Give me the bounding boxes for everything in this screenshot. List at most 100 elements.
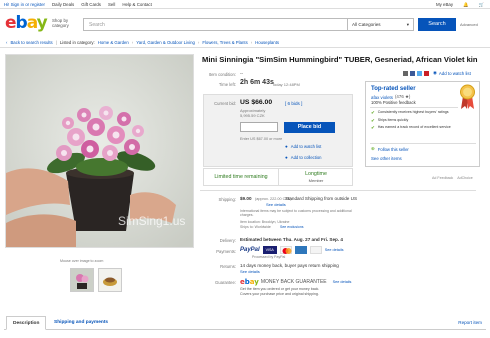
search-button[interactable]: Search (418, 18, 456, 31)
payments-details-link[interactable]: See details (325, 248, 344, 252)
seller-heading: Top-rated seller (371, 86, 416, 92)
paypal-logo: PayPal (240, 247, 260, 253)
seller-watch-link[interactable]: Add to watch list (439, 71, 471, 76)
member-text: Member (308, 178, 324, 183)
watch-list-link[interactable]: Add to watch list (291, 144, 322, 149)
crumb-home-garden[interactable]: Home & Garden (98, 40, 129, 45)
help-link[interactable]: Help & Contact (122, 2, 152, 7)
guarantee-title: MONEY BACK GUARANTEE (260, 279, 327, 285)
ebay-mini-logo: ebay (240, 278, 259, 286)
plus-icon: ● (285, 155, 288, 160)
thumbnail-1[interactable] (70, 268, 94, 292)
report-item-link[interactable]: Report item (458, 320, 482, 325)
processed-by: Processed by PayPal (252, 255, 286, 259)
email-share-icon[interactable] (403, 70, 408, 76)
exclusions-link[interactable]: See exclusions (280, 225, 304, 229)
ebay-logo[interactable]: ebay (5, 13, 48, 33)
other-items-link[interactable]: See other items (371, 156, 402, 161)
twitter-share-icon[interactable] (417, 70, 422, 76)
time-left-label: Time left: (218, 82, 236, 87)
sell-link[interactable]: Sell (108, 2, 115, 7)
guarantee-text-1: Get the item you ordered or get your mon… (240, 287, 320, 291)
bid-hint: Enter US $67.00 or more (240, 137, 283, 141)
shipping-details-link[interactable]: See details (266, 202, 286, 207)
guarantee-details-link[interactable]: See details (333, 280, 352, 284)
pinterest-share-icon[interactable] (424, 70, 429, 76)
limited-time-text: Limited time remaining (204, 169, 279, 185)
back-to-results-link[interactable]: Back to search results (10, 40, 52, 45)
tab-shipping-payments[interactable]: Shipping and payments (48, 316, 114, 330)
mastercard-icon (279, 246, 292, 254)
item-location: Item location: Brooklyn, Ukraine (240, 220, 290, 224)
top-rated-badge-icon (459, 84, 476, 110)
crumb-houseplants[interactable]: Houseplants (255, 40, 279, 45)
longtime-text: Longtime (305, 171, 327, 177)
watch-list-action[interactable]: ● Add to watch list (285, 144, 321, 149)
adchoice-link[interactable]: AdChoice (457, 176, 473, 180)
check-icon: ✔ (371, 125, 375, 130)
follow-seller[interactable]: ⊕ Follow this seller (371, 146, 409, 152)
watch-eye-icon: ◉ (433, 70, 437, 75)
condition-value: -- (240, 71, 244, 76)
section-divider (200, 190, 476, 191)
returns-details-link[interactable]: See details (240, 269, 260, 274)
guarantee-heading: ebay MONEY BACK GUARANTEE See details (240, 278, 351, 286)
follow-plus-icon: ⊕ (371, 146, 375, 151)
header: ebay Shop by category Search All Categor… (0, 10, 490, 36)
seller-bullet-2: ✔ Ships items quickly (371, 118, 409, 123)
seller-bullet-1: ✔ Consistently receives highest buyers' … (371, 110, 449, 115)
item-title: Mini Sinningia "SimSim Hummingbird" TUBE… (202, 55, 478, 64)
time-left-value: 2h 6m 43s (240, 79, 274, 86)
current-bid-label: Current bid: (214, 101, 236, 106)
crumb-flowers[interactable]: Flowers, Trees & Plants (202, 40, 247, 45)
daily-deals-link[interactable]: Daily Deals (52, 2, 74, 7)
share-icons: ◉ Add to watch list (403, 70, 471, 76)
thumbnail-2[interactable] (98, 268, 122, 292)
advanced-search-link[interactable]: Advanced (460, 22, 478, 27)
top-utility-bar: Hi! Sign in or register Daily Deals Gift… (0, 0, 490, 9)
collection-action[interactable]: ● Add to collection (285, 155, 322, 160)
guarantee-text-2: Covers your purchase price and original … (240, 292, 319, 296)
facebook-share-icon[interactable] (410, 70, 415, 76)
ad-feedback-link[interactable]: Ad Feedback (432, 176, 453, 180)
returns-label: Returns: (220, 264, 236, 269)
seller-positive: 100% Positive feedback (371, 100, 416, 105)
gift-cards-link[interactable]: Gift Cards (81, 2, 101, 7)
bid-count-link[interactable]: [ 6 bids ] (285, 101, 302, 106)
approx-value: 5,995.59 CZK (240, 113, 265, 118)
tab-description[interactable]: Description (6, 316, 47, 330)
crumb-yard[interactable]: Yard, Garden & Outdoor Living (136, 40, 195, 45)
search-input[interactable]: Search (83, 18, 348, 31)
bid-amount-input[interactable] (240, 122, 278, 132)
notification-icon[interactable]: 🔔 (463, 2, 468, 8)
detail-tabs: Description Shipping and payments Report… (4, 316, 486, 330)
place-bid-button[interactable]: Place bid (284, 122, 335, 133)
ad-feedback-row: Ad Feedback AdChoice (432, 176, 473, 180)
my-ebay-link[interactable]: My eBay (436, 2, 453, 8)
follow-seller-link[interactable]: Follow this seller (378, 147, 409, 152)
delivery-label: Delivery: (219, 238, 236, 243)
current-bid-value: US $66.00 (240, 99, 273, 106)
guarantee-label: Guarantee: (215, 280, 236, 285)
chevron-down-icon: ▾ (406, 22, 409, 27)
delivery-value: Estimated between Thu. Aug. 27 and Fri. … (240, 237, 343, 242)
time-left-extra: Today 12:48PM (272, 82, 300, 87)
eye-icon: ● (285, 144, 288, 149)
back-arrow-icon[interactable]: ‹ (6, 40, 7, 45)
seller-name-link[interactable]: afax violets (371, 95, 393, 100)
shipping-value: $9.00 (240, 196, 252, 201)
shipping-label: Shipping: (218, 197, 236, 202)
image-watermark: SimSing1.us (118, 214, 185, 228)
shop-by-category-button[interactable]: Shop by category (52, 18, 78, 28)
customs-note: International items may be subject to cu… (240, 209, 352, 217)
sign-in-link[interactable]: Hi! Sign in or register (4, 2, 45, 7)
urgency-box: Limited time remaining Longtime Member (203, 168, 353, 186)
listed-in-label: Listed in category: (59, 39, 95, 45)
main-product-image[interactable]: SimSing1.us (5, 54, 194, 248)
divider (0, 47, 490, 48)
cart-icon[interactable]: 🛒 (479, 2, 484, 8)
category-select[interactable]: All Categories ▾ (348, 18, 414, 31)
collection-link[interactable]: Add to collection (291, 155, 322, 160)
seller-bullet-3: ✔ Has earned a track record of excellent… (371, 125, 451, 130)
check-icon: ✔ (371, 118, 375, 123)
